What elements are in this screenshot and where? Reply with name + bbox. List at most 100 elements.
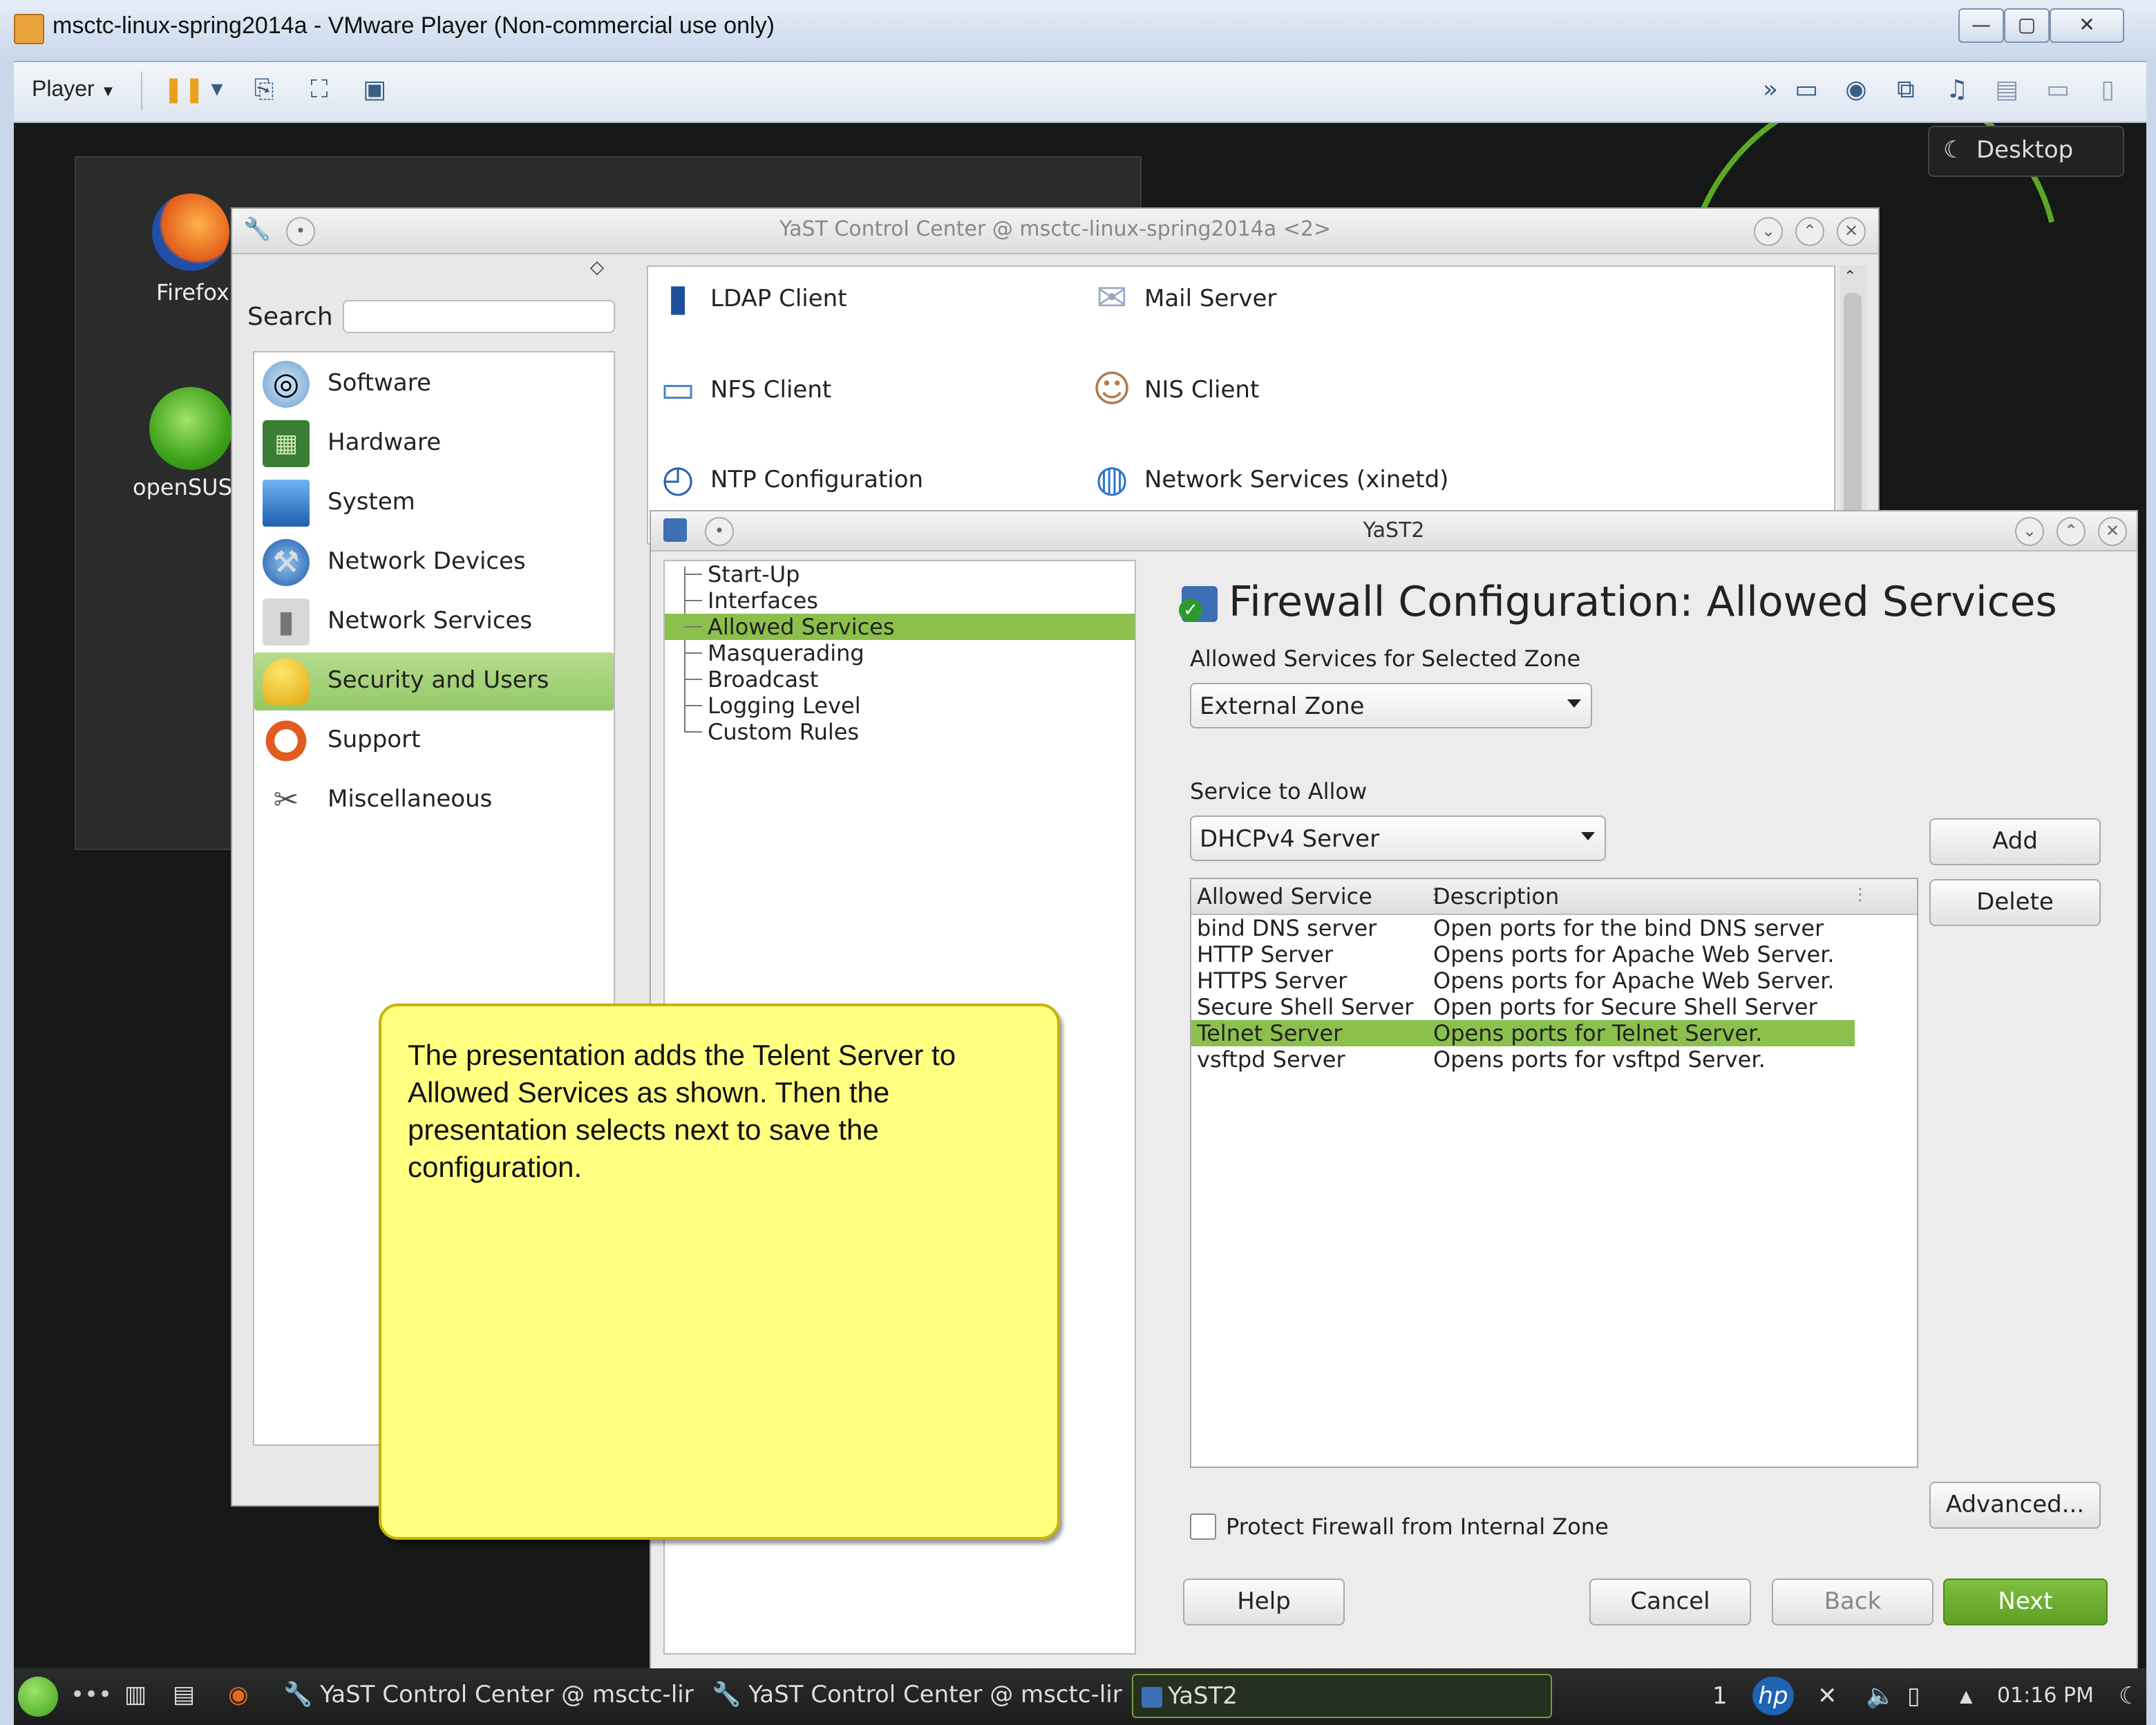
tray-expand-icon[interactable]: ▲: [1960, 1677, 1972, 1715]
workspace-number[interactable]: 1: [1712, 1677, 1728, 1715]
vmware-titlebar: msctc-linux-spring2014a - VMware Player …: [0, 0, 2156, 62]
firefox-icon[interactable]: ◉: [228, 1674, 258, 1715]
advanced-button[interactable]: Advanced...: [1929, 1482, 2101, 1529]
category-support[interactable]: Support: [254, 712, 614, 770]
back-button[interactable]: Back: [1772, 1578, 1933, 1625]
chevron-down-icon[interactable]: ▼: [202, 75, 232, 105]
chevron-down-icon: [1581, 832, 1595, 840]
zone-select-value: External Zone: [1200, 692, 1365, 720]
more-devices-icon[interactable]: »: [1755, 75, 1786, 105]
network-adapter-icon[interactable]: ⧉: [1891, 75, 1921, 105]
module-ldap-client[interactable]: ▮ LDAP Client: [651, 268, 1038, 330]
chevron-down-icon: [1567, 699, 1581, 708]
more-icon[interactable]: •••: [70, 1674, 112, 1715]
protect-firewall-checkbox[interactable]: [1190, 1514, 1216, 1540]
module-network-services-xinetd[interactable]: ◍ Network Services (xinetd): [1085, 449, 1569, 511]
column-header-description[interactable]: Description: [1433, 883, 1559, 909]
module-mail-server[interactable]: ✉ Mail Server: [1085, 268, 1472, 330]
usb-device-icon[interactable]: ▤: [1992, 75, 2022, 105]
tree-item-masquerading[interactable]: Masquerading: [665, 640, 1135, 666]
pager-icon[interactable]: ▥: [124, 1674, 152, 1715]
category-security-and-users[interactable]: Security and Users: [254, 652, 614, 710]
message-log-icon[interactable]: ▯: [2092, 75, 2123, 105]
file-manager-icon[interactable]: ▤: [173, 1674, 200, 1715]
yast2-maximize-button[interactable]: ⌃: [2056, 517, 2086, 546]
fullscreen-icon[interactable]: ⛶: [304, 75, 334, 105]
table-row-selected[interactable]: Telnet Server Opens ports for Telnet Serv…: [1191, 1020, 1855, 1046]
hard-disk-icon[interactable]: ▭: [1791, 75, 1822, 105]
table-row[interactable]: Secure Shell Server Open ports for Secure…: [1191, 994, 1855, 1020]
minimize-button[interactable]: —: [1958, 8, 2004, 43]
hard-hat-icon: [263, 658, 310, 705]
plasma-icon[interactable]: ☾: [2119, 1677, 2139, 1715]
column-resize-handle[interactable]: ⋮: [1852, 885, 1869, 904]
category-miscellaneous[interactable]: ✂ Miscellaneous: [254, 771, 614, 829]
tree-item-start-up[interactable]: Start-Up: [665, 561, 1135, 587]
close-button[interactable]: ✕: [2050, 8, 2124, 43]
tree-item-interfaces[interactable]: Interfaces: [665, 587, 1135, 614]
table-row[interactable]: vsftpd Server Opens ports for vsftpd Serv…: [1191, 1046, 1855, 1073]
service-select[interactable]: DHCPv4 Server: [1190, 816, 1606, 861]
category-network-devices[interactable]: ⚒ Network Devices: [254, 534, 614, 592]
lifebuoy-icon: [263, 717, 310, 764]
task-ycc-2[interactable]: 🔧 YaST Control Center @ msctc-lir: [712, 1674, 1122, 1715]
add-button[interactable]: Add: [1929, 818, 2101, 865]
tree-item-broadcast[interactable]: Broadcast: [665, 666, 1135, 692]
player-menu[interactable]: Player ▼: [32, 76, 115, 102]
module-nis-client[interactable]: ☺ NIS Client: [1085, 359, 1472, 422]
yast2-close-button[interactable]: ✕: [2098, 517, 2127, 546]
clock[interactable]: 01:16 PM: [1997, 1677, 2094, 1715]
search-input[interactable]: [343, 300, 615, 333]
cd-dvd-icon[interactable]: ◉: [1841, 75, 1871, 105]
table-row[interactable]: bind DNS server Open ports for the bind D…: [1191, 915, 1855, 941]
description-cell: Open ports for Secure Shell Server: [1433, 994, 1817, 1020]
sound-card-icon[interactable]: ♫: [1942, 75, 1972, 105]
pause-icon[interactable]: ❚❚: [163, 75, 205, 105]
nfs-client-icon: ▭: [660, 367, 696, 411]
maximize-button[interactable]: ▢: [2004, 8, 2050, 43]
ycc-scrollbar[interactable]: ⌃: [1840, 265, 1867, 542]
scroll-up-icon[interactable]: ⌃: [1844, 268, 1856, 285]
column-header-allowed-service[interactable]: Allowed Service: [1197, 883, 1372, 909]
category-system[interactable]: System: [254, 474, 614, 532]
task-yast2[interactable]: YaST2: [1132, 1674, 1552, 1718]
delete-button[interactable]: Delete: [1929, 879, 2101, 926]
zone-select[interactable]: External Zone: [1190, 683, 1592, 728]
unity-icon[interactable]: ▣: [359, 75, 390, 105]
volume-icon[interactable]: 🔈: [1866, 1677, 1895, 1715]
display-icon[interactable]: ▭: [2043, 75, 2073, 105]
task-ycc-1[interactable]: 🔧 YaST Control Center @ msctc-lir: [283, 1674, 694, 1715]
ycc-maximize-button[interactable]: ⌃: [1795, 217, 1824, 246]
ycc-close-button[interactable]: ✕: [1837, 217, 1866, 246]
battery-icon[interactable]: ▯: [1907, 1677, 1920, 1715]
tree-branch-line: [684, 652, 702, 654]
table-row[interactable]: HTTPS Server Opens ports for Apache Web S…: [1191, 968, 1855, 994]
table-row[interactable]: HTTP Server Opens ports for Apache Web Se…: [1191, 941, 1855, 968]
sidebar-toggle-icon[interactable]: ◇: [590, 257, 604, 278]
description-cell: Open ports for the bind DNS server: [1433, 915, 1824, 941]
tree-item-allowed-services[interactable]: Allowed Services: [665, 614, 1135, 640]
ycc-minimize-button[interactable]: ⌄: [1754, 217, 1783, 246]
tree-item-logging-level[interactable]: Logging Level: [665, 692, 1135, 719]
send-ctrl-alt-del-icon[interactable]: ⎘: [249, 75, 279, 105]
hardware-icon: ▦: [263, 420, 310, 467]
scrollbar-thumb[interactable]: [1844, 293, 1862, 528]
module-label: Network Services (xinetd): [1144, 466, 1449, 493]
firefox-icon[interactable]: [152, 194, 229, 271]
module-nfs-client[interactable]: ▭ NFS Client: [651, 359, 1038, 422]
desktop-button[interactable]: ☾ Desktop: [1928, 126, 2124, 177]
vmware-toolbar: Player ▼ ❚❚ ▼ ⎘ ⛶ ▣ » ▭ ◉ ⧉ ♫ ▤ ▭ ▯: [14, 62, 2146, 123]
category-hardware[interactable]: ▦ Hardware: [254, 415, 614, 473]
category-network-services[interactable]: ▮ Network Services: [254, 593, 614, 651]
yast2-minimize-button[interactable]: ⌄: [2015, 517, 2044, 546]
opensuse-icon[interactable]: [149, 387, 232, 470]
cancel-button[interactable]: Cancel: [1589, 1578, 1751, 1625]
network-icon[interactable]: ✕: [1817, 1677, 1837, 1715]
category-software[interactable]: ◎ Software: [254, 355, 614, 413]
hp-icon[interactable]: hp: [1752, 1677, 1794, 1715]
help-button[interactable]: Help: [1183, 1578, 1345, 1625]
module-ntp-configuration[interactable]: ◴ NTP Configuration: [651, 449, 1038, 511]
next-button[interactable]: Next: [1943, 1578, 2108, 1625]
tree-item-custom-rules[interactable]: Custom Rules: [665, 719, 1135, 745]
application-launcher-icon[interactable]: [18, 1677, 58, 1717]
